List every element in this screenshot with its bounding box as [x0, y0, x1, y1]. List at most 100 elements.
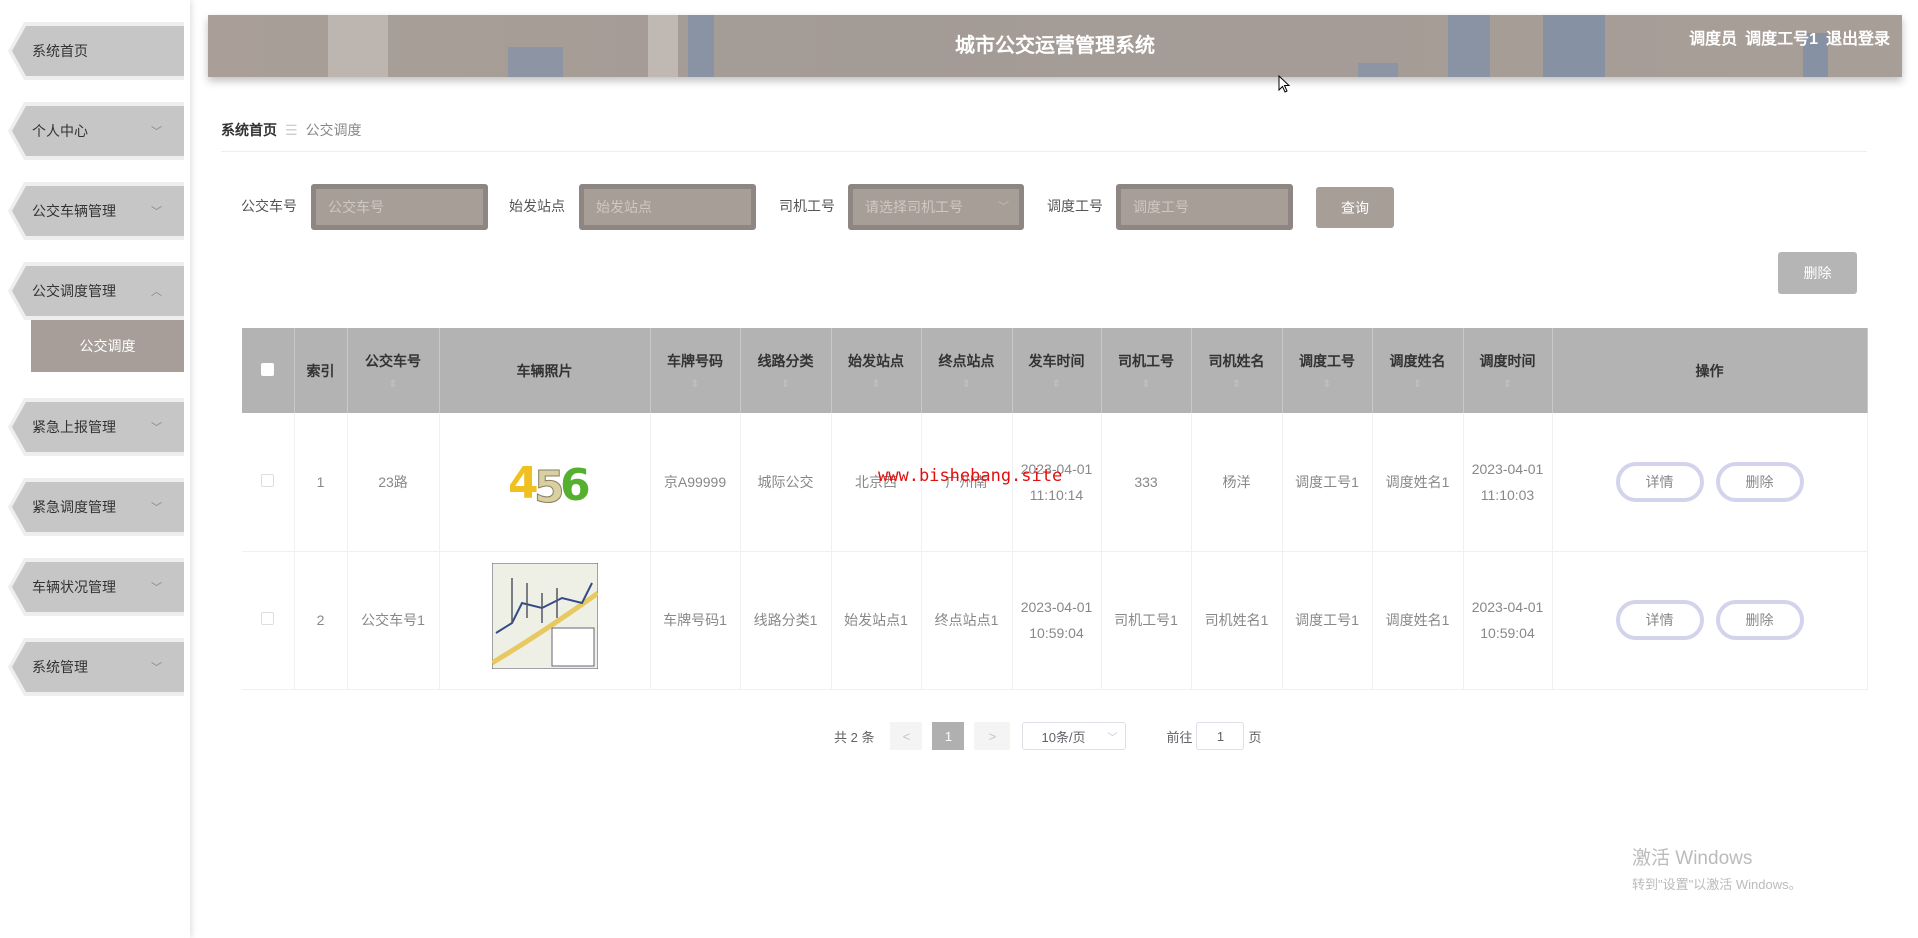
bus-number-label: 公交车号 [241, 198, 297, 214]
cell-dispatch-id: 调度工号1 [1282, 551, 1373, 690]
sort-icon[interactable]: ⇕ [1102, 379, 1191, 390]
sort-icon[interactable]: ⇕ [1192, 379, 1282, 390]
column-header[interactable]: 调度姓名 ⇕ [1372, 328, 1464, 413]
sort-icon[interactable]: ⇕ [1283, 379, 1372, 390]
sort-icon[interactable]: ⇕ [832, 379, 921, 390]
vehicle-photo-456[interactable]: 4 5 6 [500, 430, 591, 526]
sort-icon[interactable]: ⇕ [1373, 379, 1463, 390]
column-header[interactable]: 调度工号 ⇕ [1282, 328, 1373, 413]
bus-number-input[interactable]: 公交车号 [311, 184, 488, 230]
column-header-label: 调度时间 [1479, 353, 1536, 369]
sort-icon[interactable]: ⇕ [741, 379, 831, 390]
pagination: 共 2 条 < 1 > 10条/页 ﹀ 前往 1 页 [834, 722, 1262, 750]
column-header: 操作 [1552, 328, 1868, 413]
user-info: 调度员 调度工号1 退出登录 [1681, 15, 1890, 65]
column-header-label: 调度工号 [1299, 353, 1355, 369]
page-size-value: 10条/页 [1041, 729, 1086, 745]
breadcrumb-home[interactable]: 系统首页 [221, 122, 277, 138]
cell-end: 终点站点1 [921, 551, 1013, 690]
start-station-input[interactable]: 始发站点 [579, 184, 756, 230]
query-button[interactable]: 查询 [1316, 187, 1394, 228]
vehicle-photo-map[interactable] [490, 562, 599, 670]
sidebar-item-label: 紧急上报管理 [32, 419, 116, 435]
sort-icon[interactable]: ⇕ [1464, 379, 1552, 390]
cell-start: 始发站点1 [831, 551, 922, 690]
delete-button[interactable]: 删除 [1715, 461, 1804, 502]
row-checkbox-cell [242, 551, 295, 690]
goto-label: 前往 [1166, 729, 1193, 745]
cell-dispatch-time: 2023-04-01 10:59:04 [1463, 551, 1553, 690]
column-header[interactable]: 司机姓名 ⇕ [1191, 328, 1283, 413]
sidebar-item-label: 系统管理 [32, 659, 88, 675]
chevron-down-icon: ﹀ [151, 422, 162, 434]
row-checkbox[interactable] [261, 612, 275, 625]
column-header[interactable]: 终点站点 ⇕ [921, 328, 1013, 413]
sidebar-item-emergency-dispatch[interactable]: 紧急调度管理 ﹀ [8, 478, 184, 536]
column-header[interactable]: 车牌号码 ⇕ [650, 328, 741, 413]
cell-dispatch-time: 2023-04-01 11:10:03 [1463, 413, 1553, 552]
column-header[interactable]: 司机工号 ⇕ [1101, 328, 1192, 413]
column-header-label: 调度姓名 [1389, 353, 1446, 369]
cell-dispatch-name: 调度姓名1 [1372, 413, 1464, 552]
sidebar-item-label: 系统首页 [32, 43, 88, 59]
row-checkbox[interactable] [261, 473, 275, 487]
windows-activation-notice: 激活 Windows 转到"设置"以激活 Windows。 [1632, 843, 1802, 893]
column-header-label: 车牌号码 [667, 353, 723, 369]
select-all-checkbox[interactable] [261, 362, 275, 376]
cell-actions: 详情 删除 [1552, 413, 1868, 552]
prev-page-button[interactable]: < [890, 722, 923, 750]
user-role: 调度员 [1689, 31, 1738, 48]
batch-delete-button[interactable]: 删除 [1778, 252, 1857, 294]
breadcrumb-current: 公交调度 [305, 122, 362, 138]
sidebar-item-personal-center[interactable]: 个人中心 ﹀ [8, 102, 184, 160]
column-header[interactable]: 发车时间 ⇕ [1012, 328, 1102, 413]
cell-bus: 23路 [347, 413, 440, 552]
sidebar-item-bus-management[interactable]: 公交车辆管理 ﹀ [8, 182, 184, 240]
column-header[interactable]: 调度时间 ⇕ [1463, 328, 1553, 413]
column-header-label: 线路分类 [757, 353, 814, 369]
username: 调度工号1 [1745, 31, 1818, 48]
column-header[interactable]: 公交车号 ⇕ [347, 328, 440, 413]
windows-activation-title: 激活 Windows [1632, 848, 1753, 869]
sidebar-item-system-management[interactable]: 系统管理 ﹀ [8, 638, 184, 696]
sidebar-item-dispatch-management[interactable]: 公交调度管理 ︿ [8, 262, 184, 320]
detail-button[interactable]: 详情 [1615, 461, 1704, 502]
sidebar-subitem-bus-dispatch[interactable]: 公交调度 [31, 320, 184, 372]
cell-route: 线路分类1 [740, 551, 832, 690]
delete-button[interactable]: 删除 [1715, 600, 1804, 640]
sort-icon[interactable]: ⇕ [922, 379, 1012, 390]
column-header: 车辆照片 [439, 328, 651, 413]
breadcrumb: 系统首页 ☰ 公交调度 [221, 120, 362, 140]
column-header[interactable]: 始发站点 ⇕ [831, 328, 922, 413]
cell-actions: 详情 删除 [1552, 551, 1868, 690]
cell-index: 2 [294, 551, 348, 690]
column-header-label: 终点站点 [938, 353, 995, 369]
sidebar-item-vehicle-status[interactable]: 车辆状况管理 ﹀ [8, 558, 184, 616]
sort-icon[interactable]: ⇕ [651, 379, 740, 390]
windows-activation-subtitle: 转到"设置"以激活 Windows。 [1632, 877, 1802, 892]
driver-id-select[interactable]: 请选择司机工号 ﹀ [848, 184, 1024, 230]
chevron-down-icon: ﹀ [151, 662, 162, 674]
sidebar-item-emergency-report[interactable]: 紧急上报管理 ﹀ [8, 398, 184, 456]
cell-driver-name: 司机姓名1 [1191, 551, 1283, 690]
app-title: 城市公交运营管理系统 [955, 35, 1155, 57]
pagination-total: 共 2 条 [834, 729, 875, 745]
sidebar-item-home[interactable]: 系统首页 [8, 22, 184, 80]
detail-button[interactable]: 详情 [1615, 600, 1704, 640]
logout-link[interactable]: 退出登录 [1826, 31, 1890, 48]
page-size-select[interactable]: 10条/页 ﹀ [1022, 722, 1127, 750]
sidebar-item-label: 公交调度管理 [32, 283, 116, 299]
dispatch-id-label: 调度工号 [1047, 198, 1103, 214]
row-checkbox-cell [242, 413, 295, 552]
page-number-1[interactable]: 1 [932, 722, 965, 750]
dispatch-id-input[interactable]: 调度工号 [1116, 184, 1293, 230]
column-header[interactable]: 线路分类 ⇕ [740, 328, 832, 413]
column-header-label: 司机姓名 [1208, 353, 1265, 369]
sort-icon[interactable]: ⇕ [348, 379, 439, 390]
cell-plate: 京A99999 [650, 413, 741, 552]
next-page-button[interactable]: > [974, 722, 1011, 750]
dispatch-table: 索引 公交车号 ⇕ 车辆照片 车牌号码 ⇕ 线路分类 ⇕ 始发站点 ⇕ 终点站点 ⇕ 发车… [242, 328, 1868, 690]
goto-page-input[interactable]: 1 [1196, 722, 1245, 750]
divider [221, 151, 1867, 152]
sort-icon[interactable]: ⇕ [1013, 379, 1101, 390]
